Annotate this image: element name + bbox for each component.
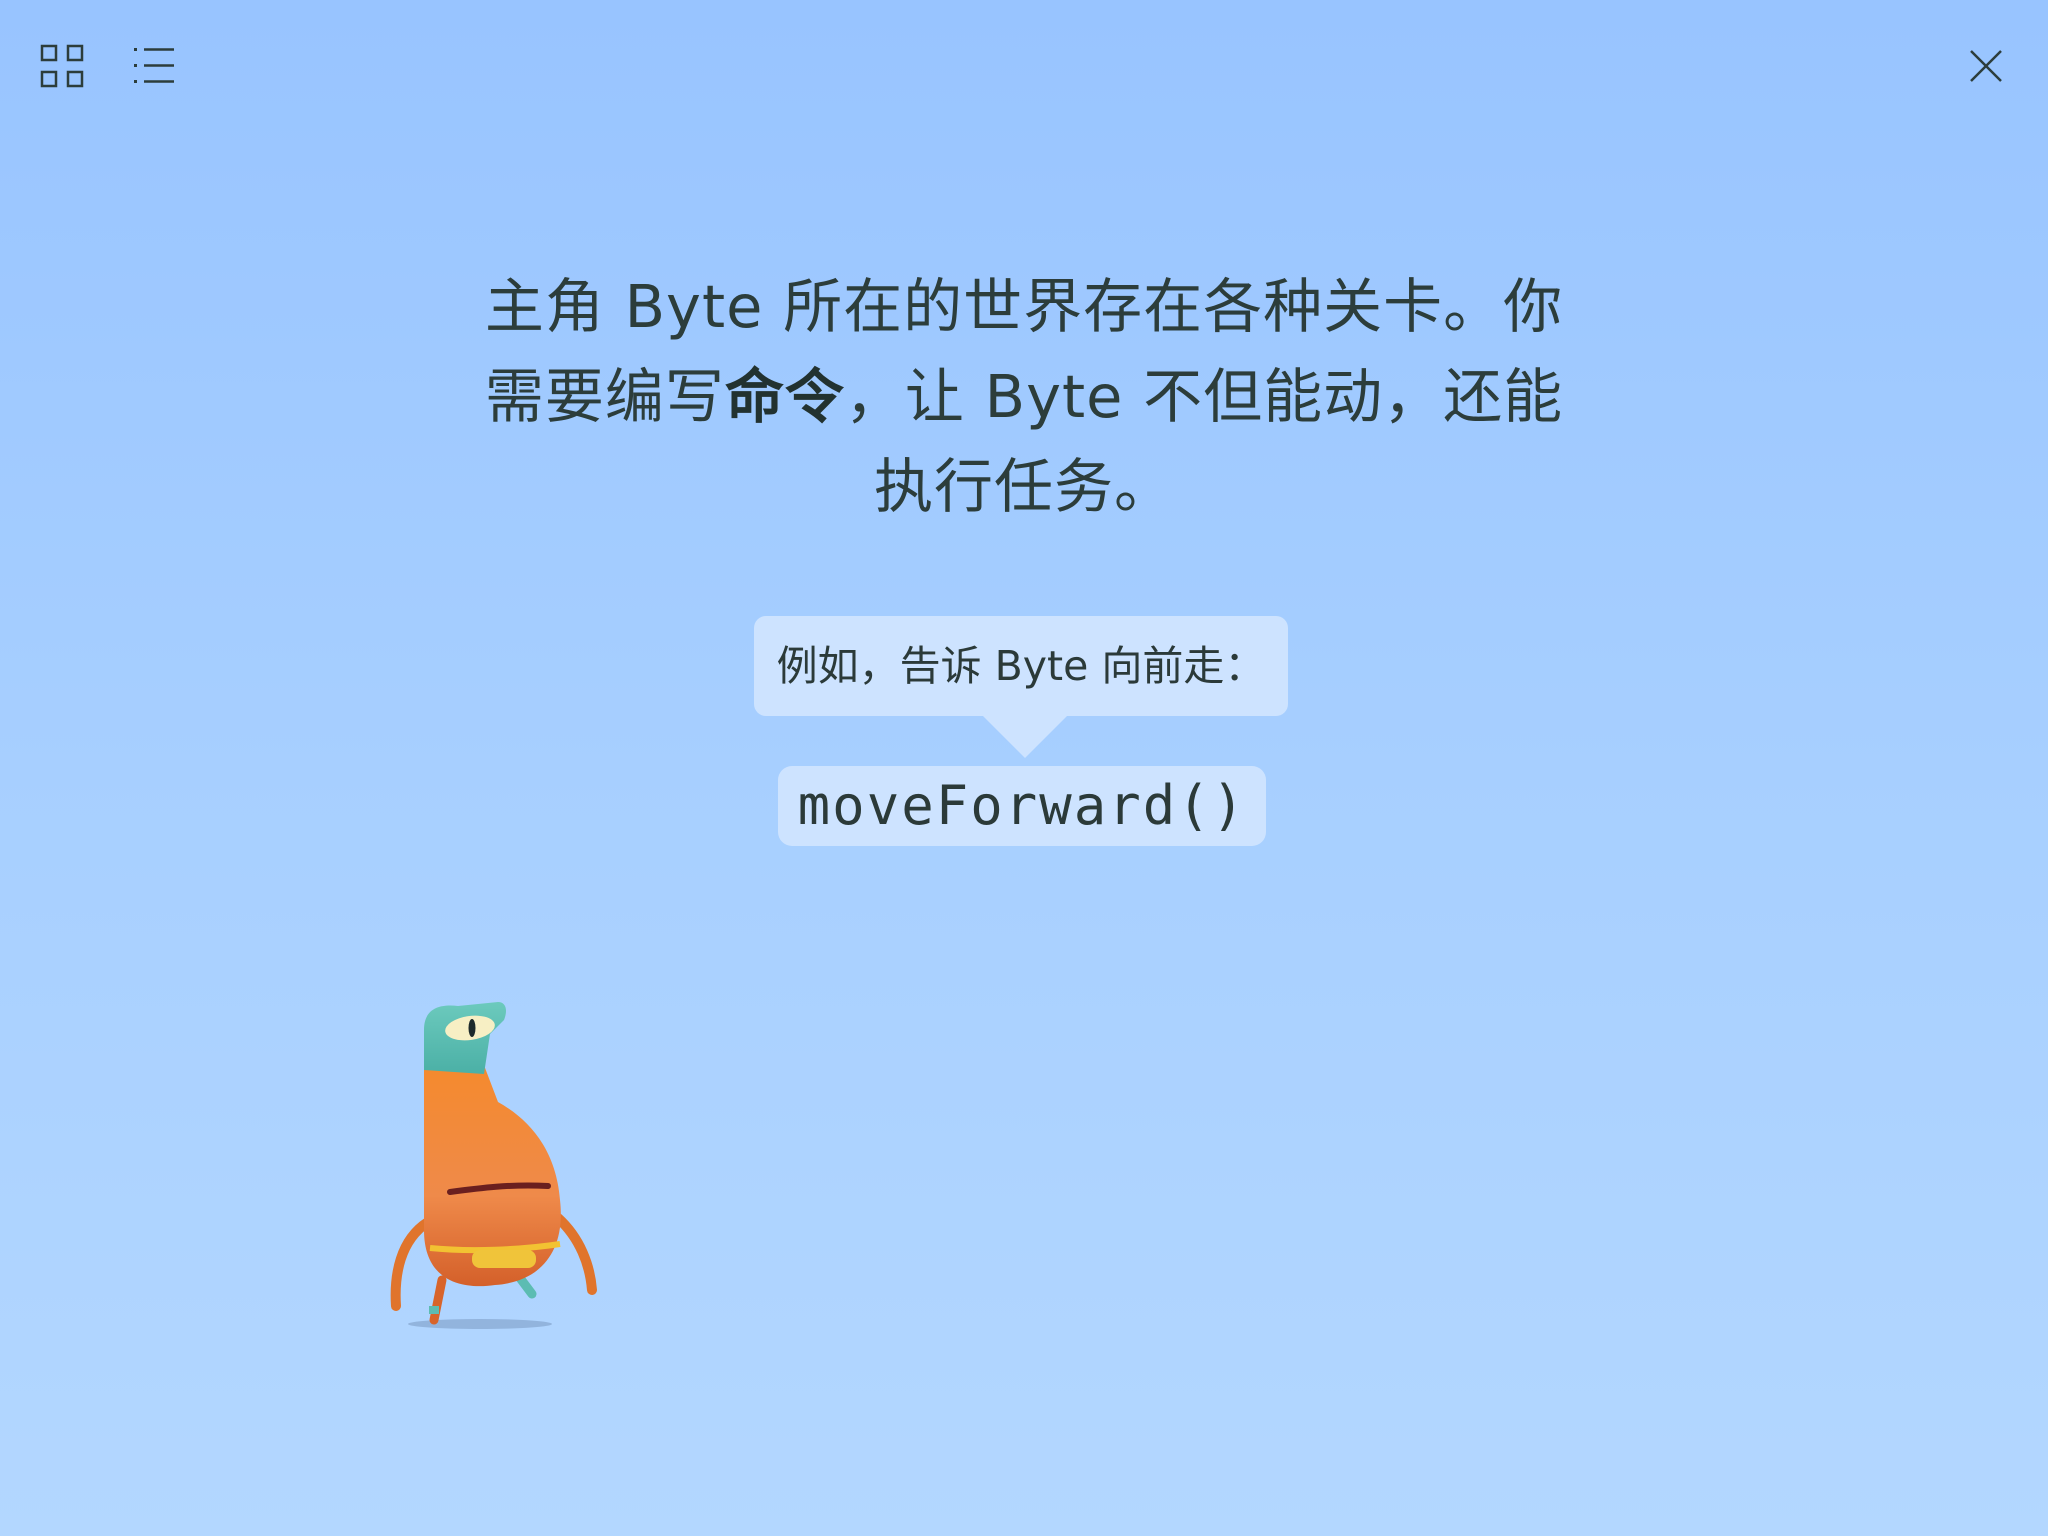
- bubble-tail: [981, 714, 1069, 758]
- close-icon: [1970, 50, 2002, 82]
- grid-view-button[interactable]: [40, 44, 86, 90]
- code-command-token[interactable]: moveForward(): [778, 766, 1266, 846]
- commands-keyword: 命令: [724, 362, 845, 431]
- byte-character-illustration: [390, 1002, 597, 1329]
- intro-line-3: 执行任务。: [873, 452, 1174, 521]
- intro-line-1: 主角 Byte 所在的世界存在各种关卡。你: [484, 272, 1564, 341]
- intro-line-2-before: 需要编写: [484, 362, 725, 431]
- byte-character: [380, 990, 610, 1340]
- intro-line-2-after: ，让 Byte 不但能动，还能: [844, 362, 1564, 431]
- list-icon: [134, 48, 174, 83]
- intro-line-2: 需要编写命令，让 Byte 不但能动，还能: [430, 352, 1618, 442]
- example-bubble: 例如，告诉 Byte 向前走：: [754, 616, 1288, 716]
- intro-text: 主角 Byte 所在的世界存在各种关卡。你 需要编写命令，让 Byte 不但能动…: [430, 262, 1618, 532]
- example-bubble-text: 例如，告诉 Byte 向前走：: [776, 642, 1266, 690]
- grid-icon: [40, 44, 84, 88]
- close-button[interactable]: [1966, 46, 2006, 86]
- code-command-text: moveForward(): [797, 774, 1247, 837]
- list-view-button[interactable]: [130, 44, 180, 90]
